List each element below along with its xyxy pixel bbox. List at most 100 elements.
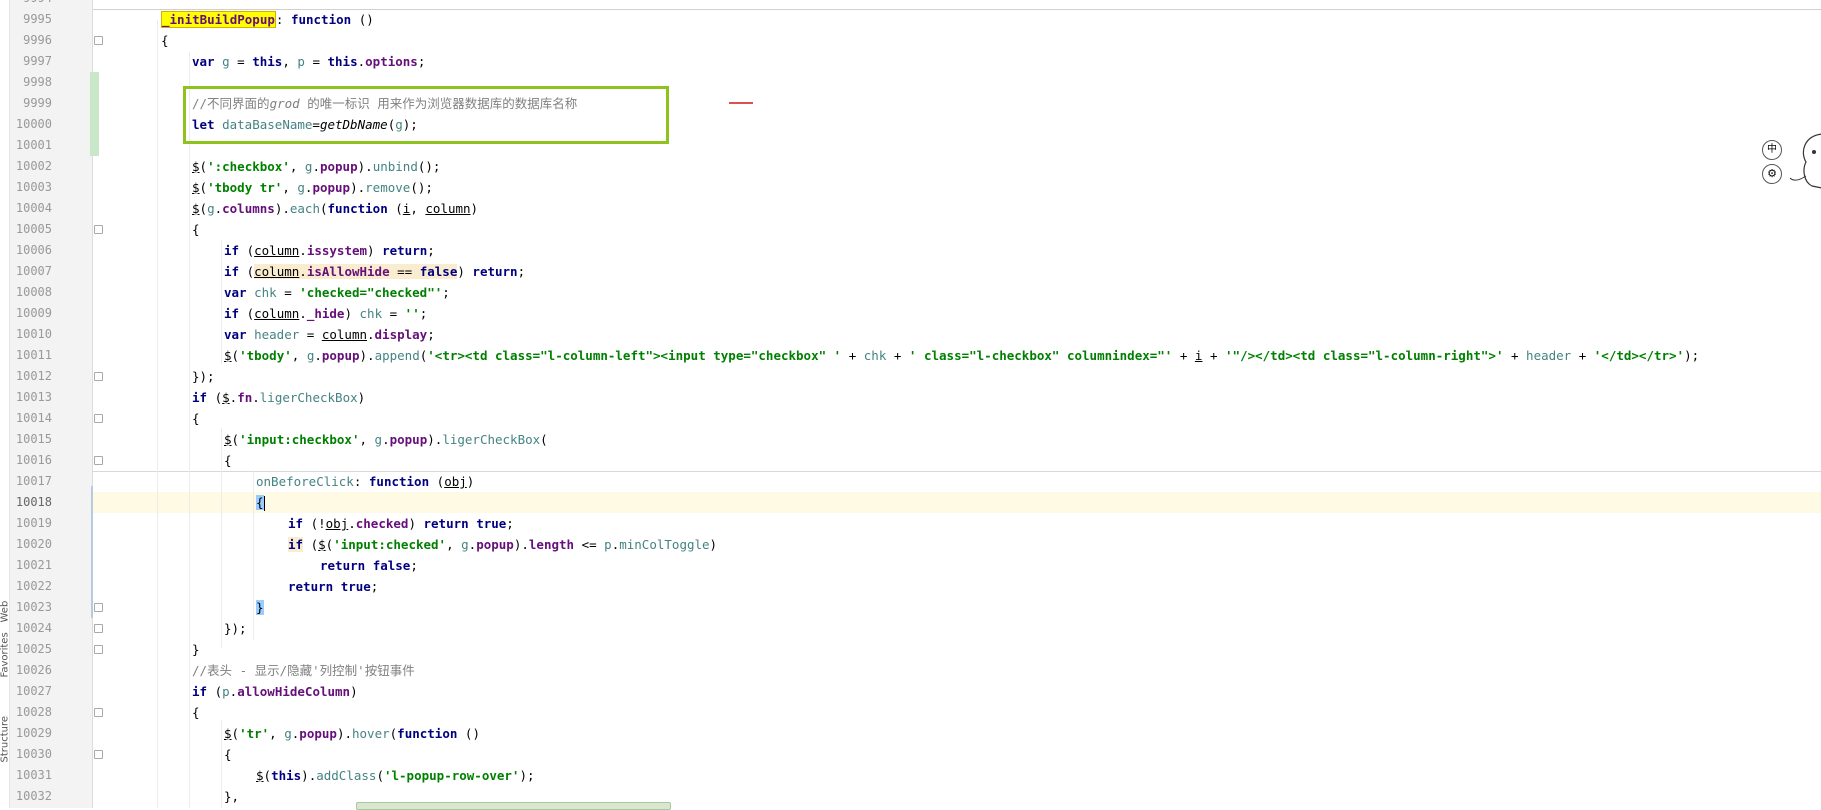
code-token: (): [457, 726, 480, 741]
code-token: ();: [410, 180, 433, 195]
code-line-10019: if (!obj.checked) return true;: [288, 513, 514, 534]
code-token: 'input:checked': [333, 537, 447, 552]
code-line-10018[interactable]: {: [256, 492, 265, 513]
code-token: true: [476, 516, 507, 531]
code-line-10013: if ($.fn.ligerCheckBox): [192, 387, 365, 408]
code-token: 'checked="checked"': [299, 285, 443, 300]
code-token: =: [382, 306, 405, 321]
code-token: function: [368, 474, 430, 489]
code-line-10022: return true;: [288, 576, 378, 597]
line-number[interactable]: 10000: [10, 114, 52, 135]
line-number[interactable]: 10024: [10, 618, 52, 639]
line-number[interactable]: 10004: [10, 198, 52, 219]
code-line-10023: }: [256, 597, 264, 618]
code-token: p: [222, 684, 230, 699]
line-number[interactable]: 9999: [10, 93, 52, 114]
annotation-arrow: [729, 102, 753, 104]
code-token: (: [239, 306, 255, 321]
code-token: );: [1684, 348, 1700, 363]
line-number[interactable]: 10008: [10, 282, 52, 303]
code-line-9996: {: [161, 33, 169, 48]
code-token: (: [207, 684, 223, 699]
line-number[interactable]: 10031: [10, 765, 52, 786]
line-number[interactable]: 10006: [10, 240, 52, 261]
code-token: function: [327, 201, 388, 216]
line-number[interactable]: 10021: [10, 555, 52, 576]
line-number[interactable]: 10032: [10, 786, 52, 807]
comment-token: //表头 - 显示/隐藏'列控制'按钮事件: [192, 663, 415, 678]
code-token: p: [297, 54, 305, 69]
line-number[interactable]: 9994: [10, 0, 52, 9]
code-token: 'l-popup-row-over': [383, 768, 520, 783]
code-token: (: [239, 264, 255, 279]
code-token: ;: [442, 285, 450, 300]
code-token: popup: [312, 180, 351, 195]
desktop-mascot-widget[interactable]: 中 ⚙: [1758, 130, 1821, 200]
line-number[interactable]: 10003: [10, 177, 52, 198]
line-number[interactable]: 10025: [10, 639, 52, 660]
code-token: (: [199, 159, 208, 174]
line-number[interactable]: 10005: [10, 219, 52, 240]
line-number[interactable]: 10017: [10, 471, 52, 492]
code-token: (: [263, 768, 272, 783]
line-number[interactable]: 10007: [10, 261, 52, 282]
code-line-10012: });: [192, 369, 215, 384]
indent-guide: [221, 720, 222, 808]
code-token: (: [429, 474, 445, 489]
code-token: ).: [350, 180, 366, 195]
code-token: function: [397, 726, 458, 741]
line-number[interactable]: 10010: [10, 324, 52, 345]
code-token: ).: [336, 726, 352, 741]
code-token: (: [376, 768, 384, 783]
code-line-10020: if ($('input:checked', g.popup).length <…: [288, 534, 717, 555]
line-number[interactable]: 10029: [10, 723, 52, 744]
horizontal-scrollbar-thumb[interactable]: [356, 802, 671, 810]
code-token: '"/></td><td class="l-column-right">': [1225, 348, 1504, 363]
code-token: $: [318, 537, 326, 552]
line-number[interactable]: 10009: [10, 303, 52, 324]
sidebar-tab-structure[interactable]: Structure: [0, 716, 11, 763]
code-line-10031: $(this).addClass('l-popup-row-over');: [256, 765, 535, 786]
code-token: ): [457, 264, 473, 279]
line-number[interactable]: 10019: [10, 513, 52, 534]
line-number[interactable]: 10015: [10, 429, 52, 450]
line-number[interactable]: 9996: [10, 30, 52, 51]
code-token: g: [461, 537, 469, 552]
code-token: true: [340, 579, 371, 594]
settings-gear-icon[interactable]: ⚙: [1762, 164, 1782, 184]
line-number[interactable]: 10016: [10, 450, 52, 471]
code-token: 'tbody': [239, 348, 292, 363]
line-number[interactable]: 10012: [10, 366, 52, 387]
line-number[interactable]: 10026: [10, 660, 52, 681]
sidebar-tab-favorites[interactable]: Favorites: [0, 632, 11, 677]
line-number[interactable]: 10020: [10, 534, 52, 555]
code-token: $: [256, 768, 264, 783]
code-token: var: [224, 285, 247, 300]
line-number[interactable]: 9998: [10, 72, 52, 93]
line-number[interactable]: 10030: [10, 744, 52, 765]
code-token: ==: [389, 264, 420, 279]
line-number[interactable]: 10014: [10, 408, 52, 429]
editor-gutter[interactable]: 9994999599969997999899991000010001100021…: [10, 0, 103, 808]
code-token: ;: [417, 54, 426, 69]
line-number[interactable]: 10022: [10, 576, 52, 597]
ime-indicator-icon[interactable]: 中: [1762, 140, 1782, 160]
code-token: (: [199, 201, 208, 216]
code-line-10015: $('input:checkbox', g.popup).ligerCheckB…: [224, 429, 548, 450]
code-token: this: [252, 54, 283, 69]
sidebar-tab-web[interactable]: Web: [0, 601, 11, 623]
line-number[interactable]: 10011: [10, 345, 52, 366]
line-number[interactable]: 10027: [10, 681, 52, 702]
line-number[interactable]: 9995: [10, 9, 52, 30]
line-number[interactable]: 10028: [10, 702, 52, 723]
line-number[interactable]: 9997: [10, 51, 52, 72]
line-number[interactable]: 10018: [10, 492, 52, 513]
line-number[interactable]: 10001: [10, 135, 52, 156]
code-token: .: [252, 390, 260, 405]
line-number[interactable]: 10023: [10, 597, 52, 618]
code-token: ligerCheckBox: [442, 432, 541, 447]
line-number[interactable]: 10002: [10, 156, 52, 177]
line-number[interactable]: 10013: [10, 387, 52, 408]
code-token: +: [886, 348, 909, 363]
